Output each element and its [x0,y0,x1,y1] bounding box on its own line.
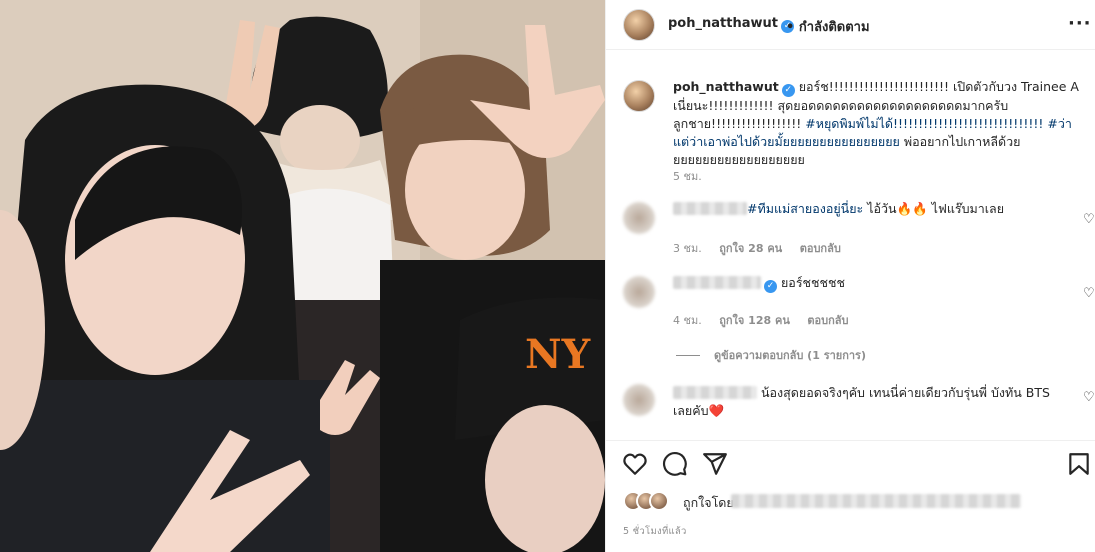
comment-icon[interactable] [662,451,688,477]
svg-text:NY: NY [525,331,591,378]
post-photo[interactable]: NY [0,0,605,552]
comment-hashtag[interactable]: #ทีมแม่สายองอยู่นี่ยะ [747,201,863,216]
commenter-avatar[interactable] [623,202,655,234]
comment-body: น้องสุดยอดจริงๆคับ เทนนี่ค่ายเดียวกับรุ่… [673,384,1073,420]
comment-meta: 4 ชม. ถูกใจ 128 คน ตอบกลับ [673,311,862,329]
author-username[interactable]: poh_natthawut [668,16,778,31]
reply-button[interactable]: ตอบกลับ [807,314,848,327]
share-icon[interactable] [702,451,728,477]
bookmark-icon[interactable] [1066,451,1092,477]
caption-hashtag[interactable]: #หยุดพิมพ์ไม่ได้!!!!!!!!!!!!!!!!!!!!!!!!… [805,116,1043,131]
comment-text: ยอร์ชชชชช [780,275,845,290]
caption-username[interactable]: poh_natthawut [673,79,779,94]
action-bar [606,440,1095,486]
liker-avatar[interactable] [649,491,669,511]
post-side-panel: poh_natthawut ✓ • กำลังติดตาม ··· poh_nat… [605,0,1095,552]
author-username-link[interactable]: poh_natthawut ✓ [668,16,794,33]
caption-time[interactable]: 5 ชม. [673,167,702,185]
following-status[interactable]: • กำลังติดตาม [786,16,870,37]
verified-icon: ✓ [764,280,777,293]
comment-time[interactable]: 3 ชม. [673,242,702,255]
reply-button[interactable]: ตอบกลับ [800,242,841,255]
comment-like-heart-icon[interactable]: ♡ [1083,286,1095,301]
comment-time[interactable]: 4 ชม. [673,314,702,327]
comment-body: #ทีมแม่สายองอยู่นี่ยะ ไอ้วัน🔥🔥 ไฟแร๊บมาเ… [673,200,1073,218]
caption-text: poh_natthawut ✓ ยอร์ช!!!!!!!!!!!!!!!!!!!!… [673,78,1083,169]
post-header: poh_natthawut ✓ • กำลังติดตาม ··· [606,0,1095,50]
liked-by-names-blurred[interactable] [731,494,1021,508]
liked-by-row: ถูกใจโดย [623,490,1083,514]
comment-like-heart-icon[interactable]: ♡ [1083,212,1095,227]
view-replies-button[interactable]: ดูข้อความตอบกลับ (1 รายการ) [676,346,866,364]
comment-text: ไอ้วัน🔥🔥 ไฟแร๊บมาเลย [863,201,1005,216]
commenter-avatar[interactable] [623,276,655,308]
view-replies-label[interactable]: ดูข้อความตอบกลับ (1 รายการ) [714,349,866,362]
comment-likes[interactable]: ถูกใจ 128 คน [719,314,790,327]
commenter-name-blurred[interactable] [673,276,761,289]
commenter-name-blurred[interactable] [673,202,747,215]
comment-like-heart-icon[interactable]: ♡ [1083,390,1095,405]
caption-avatar[interactable] [623,80,655,112]
comment-body: ✓ ยอร์ชชชชช [673,274,1073,293]
heart-icon[interactable] [622,451,648,477]
group-selfie-illustration: NY [0,0,605,552]
verified-icon: ✓ [781,84,795,97]
more-icon[interactable]: ··· [1068,13,1092,34]
commenter-avatar[interactable] [623,384,655,416]
liked-by-label: ถูกใจโดย [683,495,734,510]
divider-line [676,355,700,356]
comment-likes[interactable]: ถูกใจ 28 คน [719,242,782,255]
post-timestamp[interactable]: 5 ชั่วโมงที่แล้ว [623,524,687,539]
following-button[interactable]: กำลังติดตาม [799,20,870,35]
separator-dot: • [786,20,795,35]
comment-meta: 3 ชม. ถูกใจ 28 คน ตอบกลับ [673,239,855,257]
author-avatar[interactable] [623,9,655,41]
commenter-name-blurred[interactable] [673,386,757,399]
